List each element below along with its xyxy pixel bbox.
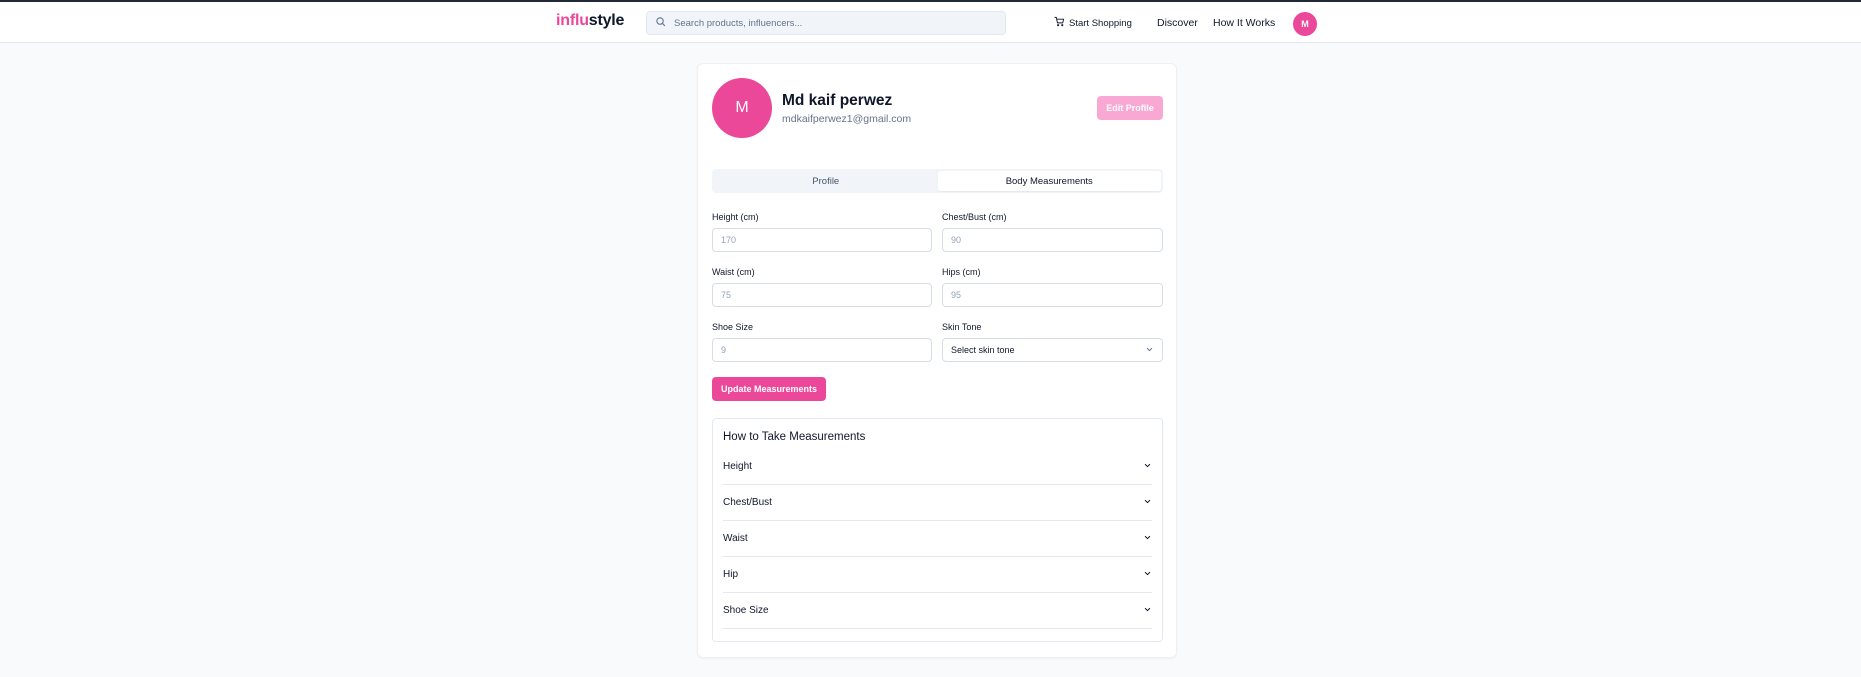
waist-label: Waist (cm) xyxy=(712,267,755,277)
accordion-label: Height xyxy=(723,461,752,472)
shoe-size-label: Shoe Size xyxy=(712,322,754,332)
height-label: Height (cm) xyxy=(712,212,759,222)
skin-tone-label: Skin Tone xyxy=(942,322,982,332)
start-shopping-label: Start Shopping xyxy=(1069,17,1132,29)
profile-name: Md kaif perwez xyxy=(782,92,893,109)
chevron-down-icon xyxy=(1143,533,1152,545)
accordion-label: Waist xyxy=(723,533,748,544)
logo[interactable]: influstyle xyxy=(556,12,624,30)
logo-rest: style xyxy=(588,12,625,29)
waist-input[interactable] xyxy=(712,283,932,307)
accordion-item-height[interactable]: Height xyxy=(723,449,1152,485)
chevron-down-icon xyxy=(1143,497,1152,509)
tab-body-measurements[interactable]: Body Measurements xyxy=(937,171,1161,191)
profile-tabs: Profile Body Measurements xyxy=(712,169,1163,193)
logo-accent: influ xyxy=(556,12,589,29)
search-input[interactable] xyxy=(674,17,974,29)
cart-icon xyxy=(1054,16,1069,30)
accordion-item-waist[interactable]: Waist xyxy=(723,521,1152,557)
measurement-guide: How to Take Measurements Height Chest/Bu… xyxy=(712,418,1163,642)
profile-email: mdkaifperwez1@gmail.com xyxy=(782,113,912,125)
search-bar[interactable] xyxy=(646,11,1006,35)
height-input[interactable] xyxy=(712,228,932,252)
chevron-down-icon xyxy=(1143,605,1152,617)
profile-card: M Md kaif perwez mdkaifperwez1@gmail.com… xyxy=(697,63,1177,658)
chevron-down-icon xyxy=(1143,461,1152,473)
user-avatar-menu[interactable]: M xyxy=(1293,12,1317,36)
chest-input[interactable] xyxy=(942,228,1163,252)
accordion-item-chest-bust[interactable]: Chest/Bust xyxy=(723,485,1152,521)
search-icon xyxy=(655,14,666,32)
shoe-size-input[interactable] xyxy=(712,338,932,362)
accordion-label: Hip xyxy=(723,569,739,580)
profile-avatar: M xyxy=(712,78,772,138)
skin-tone-value: Select skin tone xyxy=(951,345,1015,355)
chevron-down-icon xyxy=(1143,569,1152,581)
chest-label: Chest/Bust (cm) xyxy=(942,212,1007,222)
site-header: influstyle Start Shopping Discover How I… xyxy=(0,2,1861,43)
start-shopping-link[interactable]: Start Shopping xyxy=(1054,16,1132,30)
tab-profile[interactable]: Profile xyxy=(714,171,938,191)
accordion-label: Shoe Size xyxy=(723,605,769,616)
edit-profile-button[interactable]: Edit Profile xyxy=(1097,96,1163,120)
accordion-label: Chest/Bust xyxy=(723,497,772,508)
nav-how-it-works[interactable]: How It Works xyxy=(1213,17,1275,29)
guide-title: How to Take Measurements xyxy=(723,431,866,443)
chevron-down-icon xyxy=(1145,345,1154,356)
skin-tone-select[interactable]: Select skin tone xyxy=(942,338,1163,362)
accordion-item-hip[interactable]: Hip xyxy=(723,557,1152,593)
update-measurements-button[interactable]: Update Measurements xyxy=(712,377,826,401)
accordion-item-shoe-size[interactable]: Shoe Size xyxy=(723,593,1152,629)
nav-discover[interactable]: Discover xyxy=(1157,17,1198,29)
hips-label: Hips (cm) xyxy=(942,267,981,277)
hips-input[interactable] xyxy=(942,283,1163,307)
